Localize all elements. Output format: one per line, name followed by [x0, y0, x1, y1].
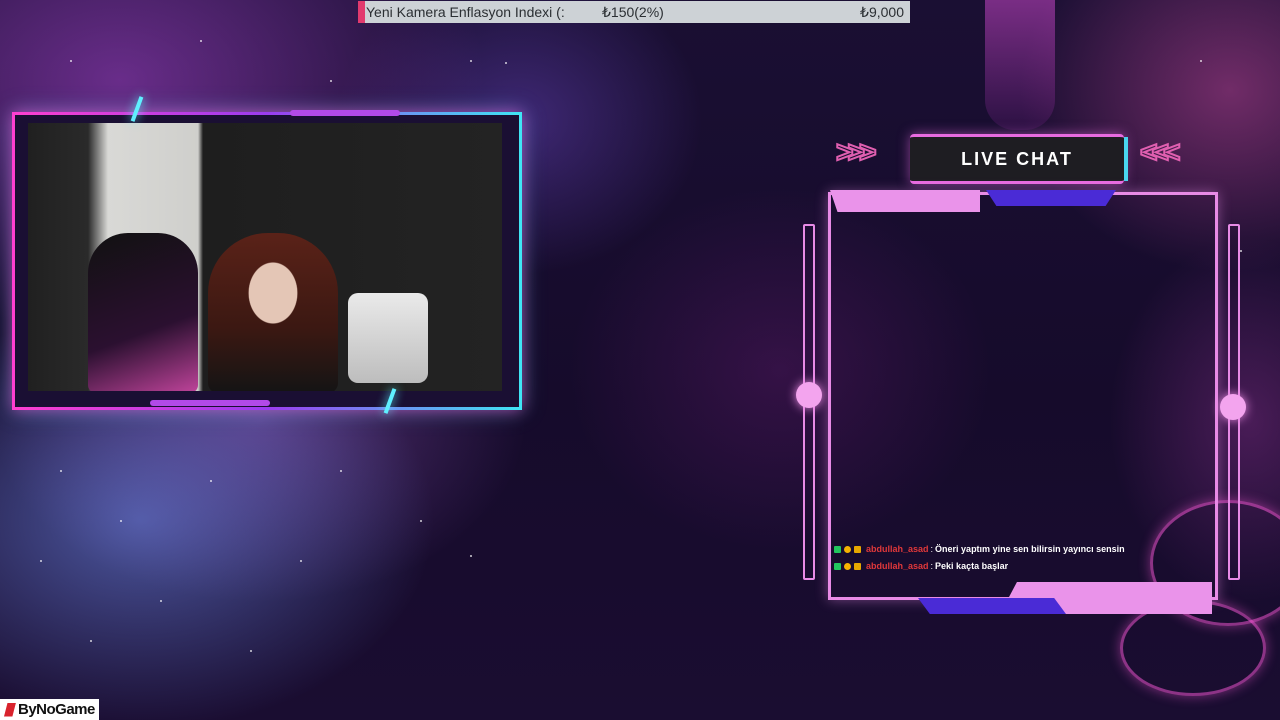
chevron-left-icon: >>>	[835, 135, 877, 170]
ticker-accent	[358, 1, 365, 23]
ticker-total: ₺9,000	[860, 4, 904, 20]
one-icon	[844, 563, 851, 570]
desk-device	[348, 293, 428, 383]
frame-accent	[290, 110, 400, 116]
chat-username[interactable]: abdullah_asad	[866, 541, 929, 558]
chat-separator: :	[930, 561, 934, 571]
chat-text: Öneri yaptım yine sen bilirsin yayıncı s…	[935, 544, 1125, 554]
ticker-name: Yeni Kamera Enflasyon Indexi (:	[366, 4, 565, 20]
chat-separator: :	[930, 544, 934, 554]
chat-frame-bar	[986, 190, 1116, 206]
frame-accent	[150, 400, 270, 406]
ticker-bar: Yeni Kamera Enflasyon Indexi (: ₺150(2%)…	[358, 1, 910, 23]
webcam-frame	[12, 112, 522, 410]
live-chat-title: LIVE CHAT	[910, 134, 1128, 184]
one-icon	[844, 546, 851, 553]
chat-panel	[828, 192, 1218, 600]
bynogame-mark-icon	[4, 702, 16, 717]
chat-message: abdullah_asad : Peki kaçta başlar	[834, 558, 1204, 575]
sub-icon	[854, 563, 861, 570]
chat-text: Peki kaçta başlar	[935, 561, 1009, 571]
sub-icon	[854, 546, 861, 553]
chat-frame-bar	[830, 190, 980, 212]
rail-knob	[1220, 394, 1246, 420]
chat-username[interactable]: abdullah_asad	[866, 558, 929, 575]
chevron-right-icon: <<<	[1139, 135, 1181, 170]
bynogame-logo: ByNoGame	[0, 699, 99, 720]
neon-swirl	[1120, 600, 1266, 696]
chat-messages: abdullah_asad : Öneri yaptım yine sen bi…	[834, 541, 1204, 575]
ticker-change: ₺150(2%)	[602, 4, 664, 20]
logo-text: ByNoGame	[18, 701, 95, 718]
spotlight-decoration	[985, 0, 1055, 130]
rail-knob	[796, 382, 822, 408]
mod-icon	[834, 546, 841, 553]
gaming-chair	[88, 233, 198, 391]
chat-frame-bar	[918, 598, 1066, 614]
chat-message: abdullah_asad : Öneri yaptım yine sen bi…	[834, 541, 1204, 558]
webcam-video	[28, 123, 502, 391]
streamer	[208, 233, 338, 391]
mod-icon	[834, 563, 841, 570]
stream-overlay: Yeni Kamera Enflasyon Indexi (: ₺150(2%)…	[0, 0, 1280, 720]
